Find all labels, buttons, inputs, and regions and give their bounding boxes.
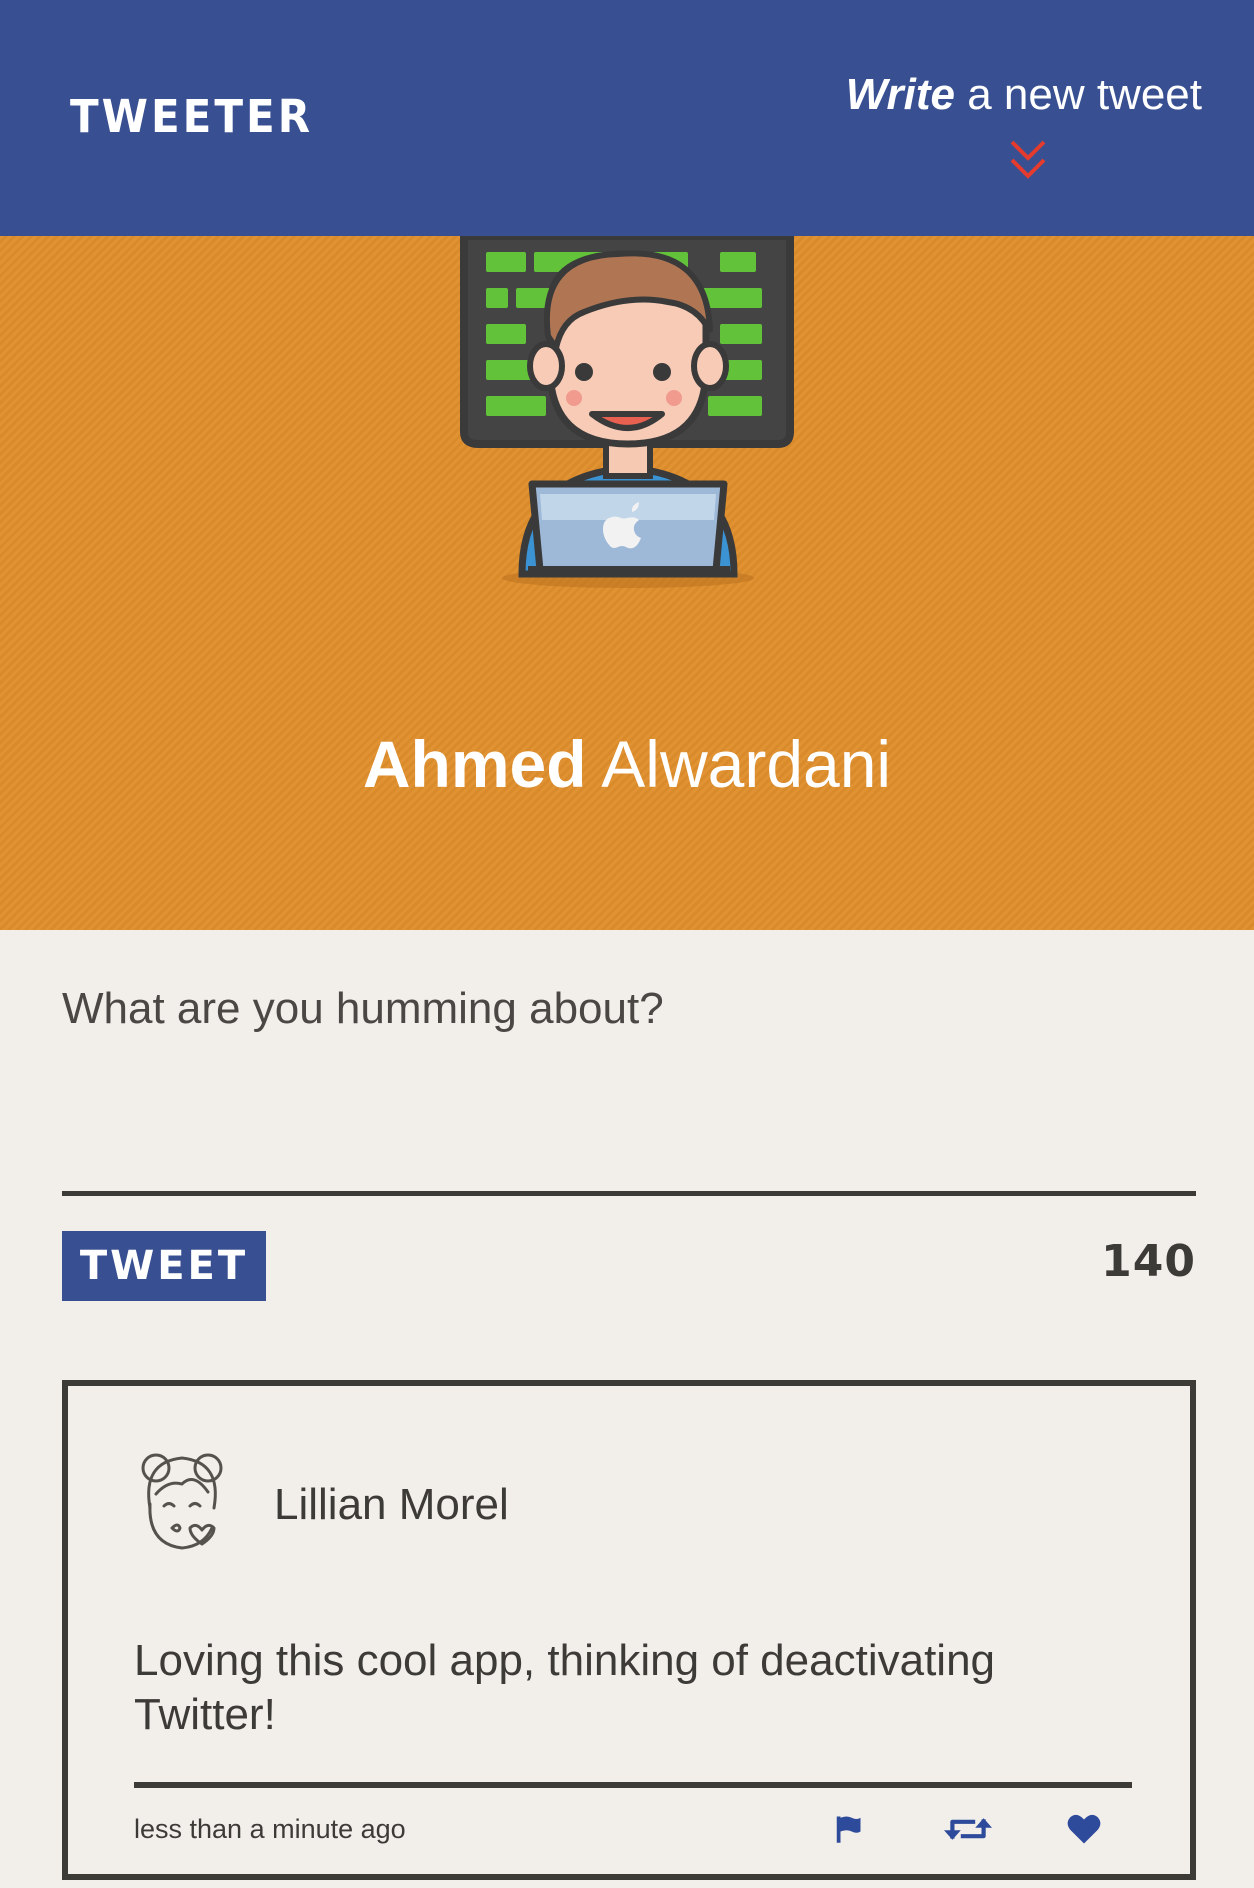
tweet-button[interactable]: TWEET [62, 1231, 266, 1301]
author-avatar [141, 1453, 223, 1550]
user-avatar [460, 236, 794, 588]
double-chevron-down-icon[interactable] [1006, 136, 1050, 184]
profile-first-name: Ahmed [362, 727, 587, 801]
tweet-compose-input[interactable] [62, 970, 1196, 1196]
tweet-card: Lillian Morel Loving this cool app, thin… [62, 1380, 1196, 1880]
tweet-author[interactable]: Lillian Morel [274, 1480, 509, 1530]
tweet-text: Loving this cool app, thinking of deacti… [134, 1636, 996, 1739]
retweet-icon [944, 1818, 992, 1840]
flag-button[interactable] [820, 1804, 876, 1854]
write-new-tweet-toggle[interactable]: Write a new tweet [846, 70, 1202, 184]
character-counter: 140 [1101, 1236, 1196, 1287]
profile-name: Ahmed Alwardani [0, 726, 1254, 802]
write-label-strong: Write [845, 70, 955, 119]
top-nav: TWEETER Write a new tweet [0, 0, 1254, 236]
retweet-button[interactable] [940, 1804, 996, 1854]
heart-icon [1067, 1814, 1101, 1844]
tweet-timestamp: less than a minute ago [134, 1814, 406, 1844]
flag-icon [836, 1816, 861, 1843]
tweet-divider [134, 1782, 1132, 1788]
brand-logo[interactable]: TWEETER [70, 90, 313, 143]
write-new-tweet-label: Write a new tweet [846, 70, 1202, 120]
write-label-rest: a new tweet [954, 70, 1202, 119]
profile-last-name: Alwardani [601, 727, 892, 801]
profile-banner: Ahmed Alwardani [0, 236, 1254, 930]
like-button[interactable] [1056, 1804, 1112, 1854]
